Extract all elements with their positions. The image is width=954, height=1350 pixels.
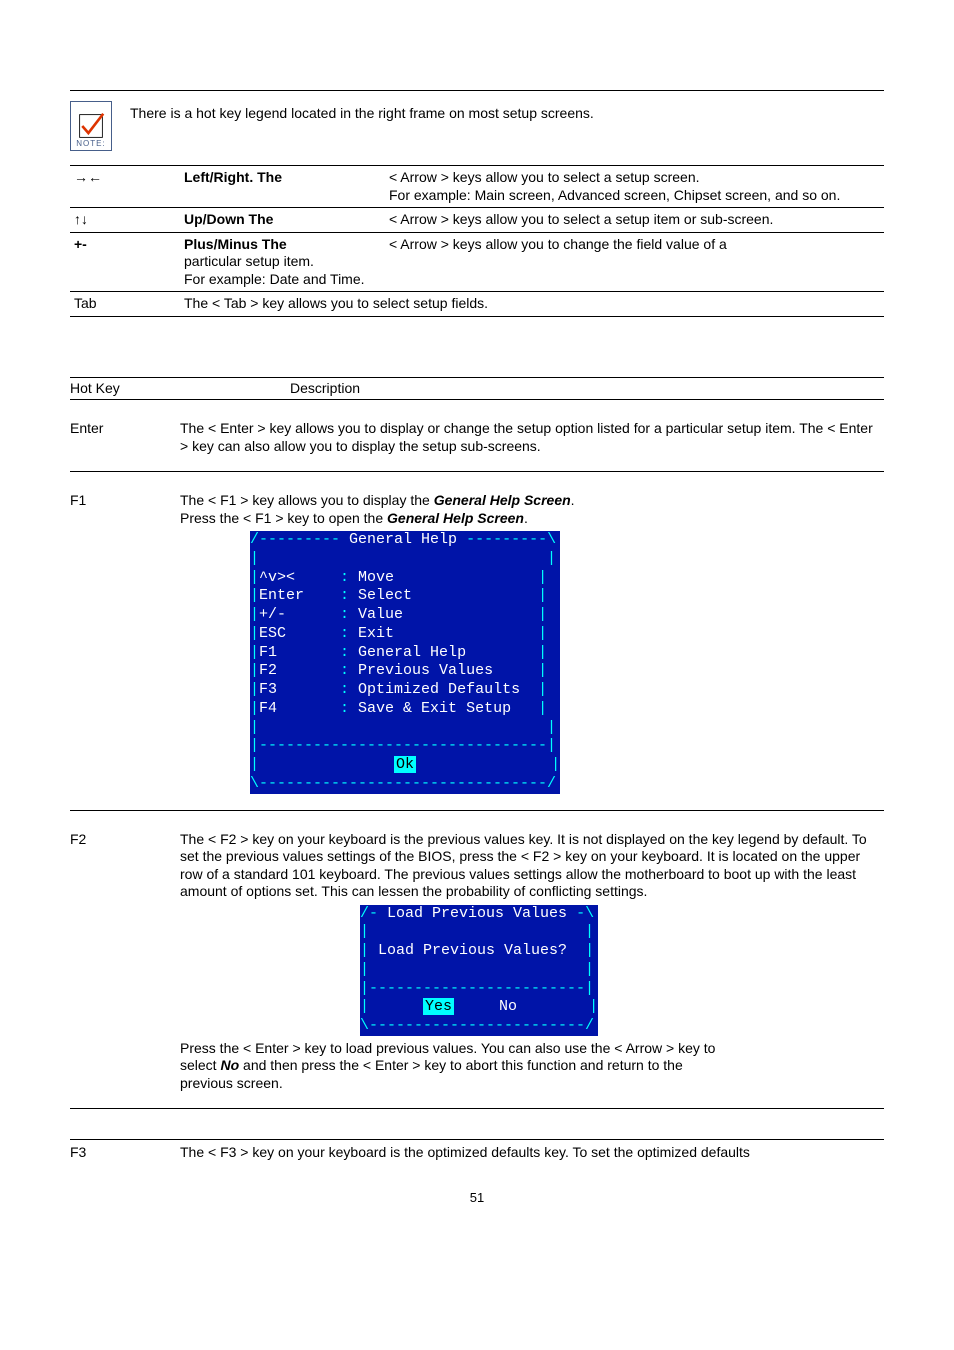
nav-label: Left/Right. The xyxy=(180,166,385,208)
hotkey-header-desc: Description xyxy=(180,380,884,398)
t1-title: General Help xyxy=(349,531,457,548)
f1-general-help-screen: General Help Screen xyxy=(434,492,571,508)
note-text: There is a hot key legend located in the… xyxy=(130,97,884,123)
f1-general-help-screen2: General Help Screen xyxy=(387,510,524,526)
t1-row-k: F3 xyxy=(259,681,340,698)
t2-yes-button[interactable]: Yes xyxy=(423,998,454,1015)
t1-row-v: Select xyxy=(358,587,412,604)
divider xyxy=(70,471,884,472)
note-label: NOTE: xyxy=(71,139,111,149)
hotkey-desc: The < Enter > key allows you to display … xyxy=(180,420,884,455)
table-row: →← Left/Right. The < Arrow > keys allow … xyxy=(70,166,884,208)
f2-text: The < F2 > key on your keyboard is the p… xyxy=(180,831,867,900)
t2-title: Load Previous Values xyxy=(378,905,576,922)
table-row: ↑↓ Up/Down The < Arrow > keys allow you … xyxy=(70,208,884,233)
f2-tail: Press the < Enter > key to load previous… xyxy=(180,1040,884,1093)
nav-label: Up/Down The xyxy=(180,208,385,233)
page-number: 51 xyxy=(70,1190,884,1206)
t1-dash-r: ---------\ xyxy=(457,531,556,548)
t1-row-v: Optimized Defaults xyxy=(358,681,520,698)
divider xyxy=(70,810,884,811)
terminal-load-previous: /- Load Previous Values -\ | | | Load Pr… xyxy=(360,905,884,1036)
divider xyxy=(70,1108,884,1109)
nav-desc-line2: For example: Main screen, Advanced scree… xyxy=(389,187,840,203)
t1-ok-button[interactable]: Ok xyxy=(394,756,416,773)
hotkey-header: Hot Key Description xyxy=(70,377,884,401)
f2-no-bold: No xyxy=(220,1057,239,1073)
nav-desc-line1: < Arrow > keys allow you to select a set… xyxy=(389,169,700,185)
hotkey-desc: The < F1 > key allows you to display the… xyxy=(180,492,884,794)
nav-desc: < Arrow > keys allow you to select a set… xyxy=(385,208,884,233)
hotkey-f2-row: F2 The < F2 > key on your keyboard is th… xyxy=(70,831,884,1093)
table-row: +- Plus/Minus The particular setup item.… xyxy=(70,232,884,292)
hotkey-key: F3 xyxy=(70,1144,180,1162)
nav-sym: →← xyxy=(70,166,180,208)
hotkey-f1-row: F1 The < F1 > key allows you to display … xyxy=(70,492,884,794)
t1-row-k: Enter xyxy=(259,587,340,604)
t1-row-k: ESC xyxy=(259,625,340,642)
nav-desc: < Arrow > keys allow you to select a set… xyxy=(385,166,884,208)
nav-extra2: For example: Date and Time. xyxy=(184,271,365,287)
f1-line2-tail: . xyxy=(524,510,528,526)
f1-line1-tail: . xyxy=(571,492,575,508)
hotkey-enter-row: Enter The < Enter > key allows you to di… xyxy=(70,420,884,455)
note-icon: NOTE: xyxy=(70,101,112,151)
t2-body: Load Previous Values? xyxy=(369,942,576,959)
f2-tail-l3: previous screen. xyxy=(180,1075,283,1091)
t1-row-k: ^v>< xyxy=(259,569,340,586)
f2-tail-l2a: select xyxy=(180,1057,220,1073)
t2-no-button[interactable]: No xyxy=(499,998,517,1015)
nav-sym: Tab xyxy=(70,292,180,317)
t1-row-k: F2 xyxy=(259,662,340,679)
f2-tail-l2b: and then press the < Enter > key to abor… xyxy=(243,1057,683,1073)
hotkey-f3-row: F3 The < F3 > key on your keyboard is th… xyxy=(70,1144,884,1162)
t1-row-v: Value xyxy=(358,606,403,623)
hotkey-key: F1 xyxy=(70,492,180,794)
nav-full: The < Tab > key allows you to select set… xyxy=(180,292,884,317)
nav-extra1: particular setup item. xyxy=(184,253,314,269)
t1-row-k: F1 xyxy=(259,644,340,661)
hotkey-key: F2 xyxy=(70,831,180,1093)
t1-row-v: Save & Exit Setup xyxy=(358,700,511,717)
t1-dash-l: /--------- xyxy=(250,531,349,548)
nav-key-table: →← Left/Right. The < Arrow > keys allow … xyxy=(70,165,884,317)
t1-row-k: F4 xyxy=(259,700,340,717)
hotkey-desc: The < F3 > key on your keyboard is the o… xyxy=(180,1144,884,1162)
nav-sym: ↑↓ xyxy=(70,208,180,233)
table-row: Tab The < Tab > key allows you to select… xyxy=(70,292,884,317)
nav-label: Plus/Minus The particular setup item. Fo… xyxy=(180,232,385,292)
note-block: NOTE: There is a hot key legend located … xyxy=(70,90,884,151)
t1-row-v: Exit xyxy=(358,625,394,642)
t1-row-k: +/- xyxy=(259,606,340,623)
t1-row-v: Previous Values xyxy=(358,662,493,679)
f1-line2a: Press the < F1 > key to open the xyxy=(180,510,387,526)
hotkey-header-key: Hot Key xyxy=(70,380,180,398)
f2-tail-l1: Press the < Enter > key to load previous… xyxy=(180,1040,715,1056)
f1-line1: The < F1 > key allows you to display the xyxy=(180,492,434,508)
terminal-general-help: /--------- General Help ---------\ | | |… xyxy=(250,531,884,794)
t1-row-v: General Help xyxy=(358,644,466,661)
nav-desc: < Arrow > keys allow you to change the f… xyxy=(385,232,884,292)
divider xyxy=(70,1139,884,1140)
checkmark-icon xyxy=(77,112,105,140)
hotkey-key: Enter xyxy=(70,420,180,455)
nav-label-bold: Plus/Minus The xyxy=(184,236,287,252)
t1-row-v: Move xyxy=(358,569,394,586)
hotkey-desc: The < F2 > key on your keyboard is the p… xyxy=(180,831,884,1093)
nav-sym: +- xyxy=(70,232,180,292)
